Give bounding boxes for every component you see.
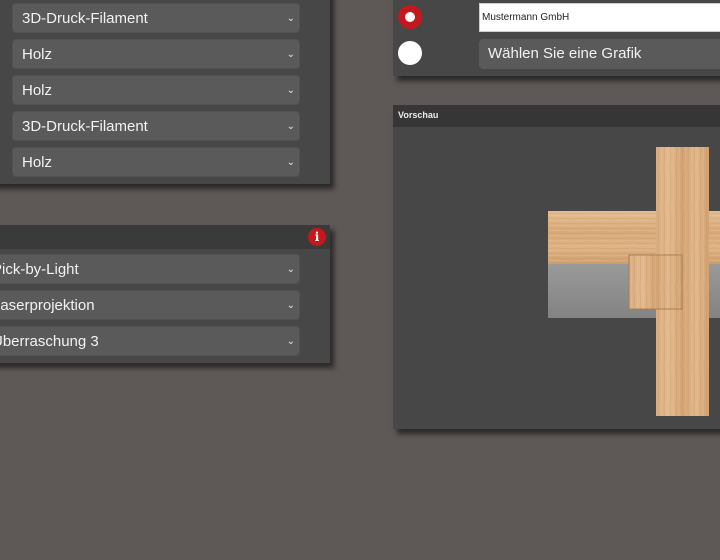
select-value: Laserprojektion bbox=[0, 297, 95, 314]
select-value: Holz bbox=[22, 154, 53, 171]
select-value: Überraschung 3 bbox=[0, 333, 99, 350]
feature-select-2[interactable]: Laserprojektion ⌄ bbox=[0, 290, 300, 320]
preview-header: Vorschau bbox=[393, 105, 720, 127]
feature-select-1[interactable]: Pick-by-Light ⌄ bbox=[0, 254, 300, 284]
preview-title: Vorschau bbox=[398, 110, 439, 120]
chevron-down-icon: ⌄ bbox=[286, 121, 295, 132]
label-text-input[interactable]: Mustermann GmbH bbox=[479, 3, 720, 32]
select-value: Holz bbox=[22, 46, 53, 63]
text-option-radio[interactable] bbox=[398, 5, 422, 29]
material-select-1[interactable]: 3D-Druck-Filament ⌄ bbox=[12, 3, 300, 33]
material-select-4[interactable]: 3D-Druck-Filament ⌄ bbox=[12, 111, 300, 141]
chevron-down-icon: ⌄ bbox=[286, 300, 295, 311]
preview-canvas bbox=[393, 127, 720, 429]
label-panel: Mustermann GmbH Wählen Sie eine Grafik bbox=[393, 0, 720, 76]
select-value: Pick-by-Light bbox=[0, 261, 79, 278]
material-select-3[interactable]: Holz ⌄ bbox=[12, 75, 300, 105]
select-value: 3D-Druck-Filament bbox=[22, 118, 148, 135]
features-panel: i Pick-by-Light ⌄ Laserprojektion ⌄ Über… bbox=[0, 225, 330, 363]
material-select-5[interactable]: Holz ⌄ bbox=[12, 147, 300, 177]
chevron-down-icon: ⌄ bbox=[286, 49, 295, 60]
product-preview-image bbox=[548, 147, 720, 416]
material-panel: 3D-Druck-Filament ⌄ Holz ⌄ Holz ⌄ 3D-Dru… bbox=[0, 0, 330, 184]
select-value: 3D-Druck-Filament bbox=[22, 10, 148, 27]
preview-panel: Vorschau bbox=[393, 105, 720, 429]
select-value: Holz bbox=[22, 82, 53, 99]
choose-graphic-button[interactable]: Wählen Sie eine Grafik bbox=[479, 39, 720, 69]
chevron-down-icon: ⌄ bbox=[286, 157, 295, 168]
feature-select-3[interactable]: Überraschung 3 ⌄ bbox=[0, 326, 300, 356]
material-select-2[interactable]: Holz ⌄ bbox=[12, 39, 300, 69]
center-wood-block bbox=[628, 254, 683, 310]
chevron-down-icon: ⌄ bbox=[286, 264, 295, 275]
panel-header: i bbox=[0, 225, 330, 249]
chevron-down-icon: ⌄ bbox=[286, 85, 295, 96]
info-icon[interactable]: i bbox=[308, 228, 326, 246]
graphic-option-radio[interactable] bbox=[398, 41, 422, 65]
chevron-down-icon: ⌄ bbox=[286, 13, 295, 24]
chevron-down-icon: ⌄ bbox=[286, 336, 295, 347]
